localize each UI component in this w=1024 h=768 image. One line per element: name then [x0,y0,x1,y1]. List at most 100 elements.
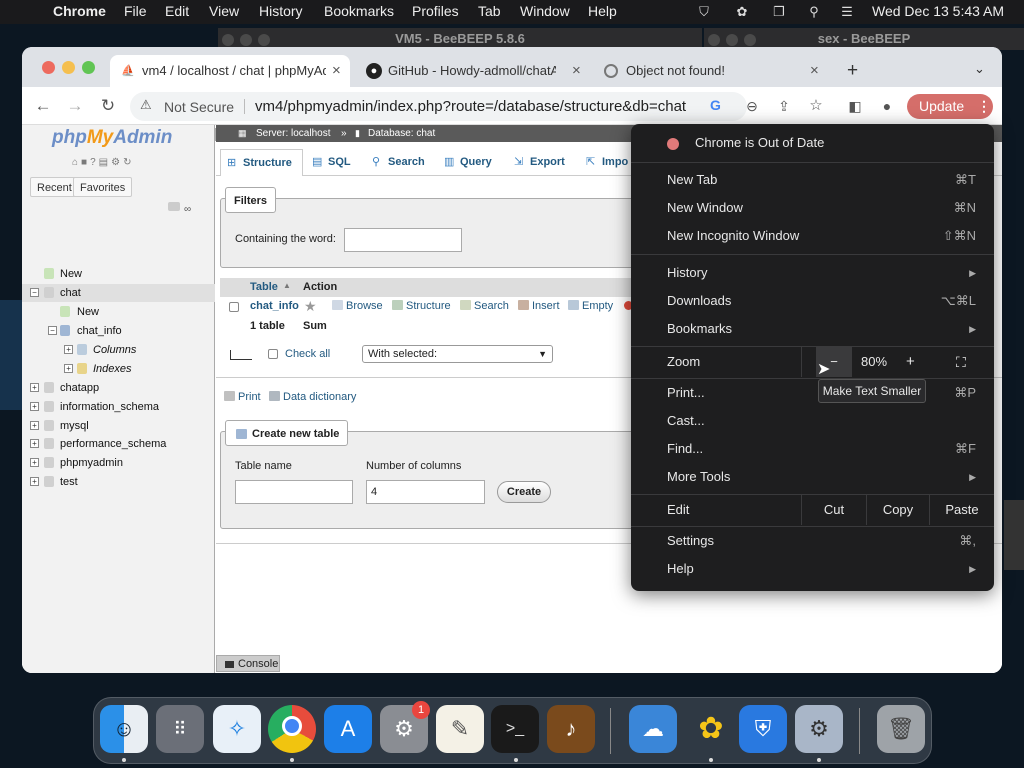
docs-icon[interactable]: ? [90,157,99,168]
forward-arrow-icon[interactable]: → [65,96,85,116]
zoom-icon[interactable]: ⊖ [742,96,762,116]
table-name-input[interactable] [235,480,353,504]
row-action-browse[interactable]: Browse [332,300,383,312]
vpn-shield-icon[interactable]: ⛉ [696,4,712,20]
num-columns-input[interactable]: 4 [366,480,485,504]
collapse-all-icon[interactable] [168,202,180,211]
console-button[interactable]: Console [216,655,280,672]
fullscreen-icon[interactable]: ⛶ [956,347,966,377]
check-all-checkbox[interactable] [268,349,278,359]
tab-structure[interactable]: ⊞ Structure [220,149,303,176]
tab-close-icon[interactable]: × [810,55,819,87]
spotlight-search-icon[interactable]: ⚲ [806,4,822,20]
app-store-icon[interactable]: A [324,705,372,753]
finder-icon[interactable]: ☺ [100,705,148,753]
tree-db-chat[interactable]: − chat [22,284,215,302]
safari-icon[interactable]: ✧ [213,705,261,753]
link-icon[interactable]: ∞ [184,204,191,215]
reload-icon[interactable]: ↻ [98,96,118,116]
tab-phpmyadmin[interactable]: ⛵ vm4 / localhost / chat | phpMyAdmin × [110,55,350,87]
reload-nav-icon[interactable]: ↻ [123,157,134,168]
control-center-icon[interactable]: ☰ [839,4,855,20]
menu-item-history[interactable]: History ▶ [631,259,994,287]
tab-export[interactable]: ⇲ Export [508,149,574,176]
row-checkbox[interactable] [229,302,239,312]
omnibox[interactable]: ⚠ Not Secure vm4/phpmyadmin/index.php?ro… [130,92,747,121]
with-selected-select[interactable]: With selected: ▼ [362,345,553,363]
menu-edit[interactable]: Edit [165,3,189,19]
menu-help[interactable]: Help [588,3,617,19]
menu-item-help[interactable]: Help ▶ [631,555,994,583]
tab-github[interactable]: ● GitHub - Howdy-admoll/chatApp × [356,55,592,87]
tab-close-icon[interactable]: × [332,55,341,87]
settings-gear-icon[interactable]: ⚙ [111,157,123,168]
beebeep-icon[interactable]: ✿ [687,705,735,753]
chrome-icon[interactable] [268,705,316,753]
update-button[interactable]: Update ⋮ [907,94,993,119]
maximize-window-button[interactable] [82,61,95,74]
settings-icon[interactable]: ⚙ [795,705,843,753]
menu-item-bookmarks[interactable]: Bookmarks ▶ [631,315,994,343]
launchpad-icon[interactable]: ⠿ [156,705,204,753]
menu-item-print[interactable]: Print... ⌘P [631,379,994,407]
screen-mirror-icon[interactable]: ❐ [771,4,787,20]
garageband-icon[interactable]: ♪ [547,705,595,753]
favorites-button[interactable]: Favorites [73,177,133,197]
menu-view[interactable]: View [209,3,239,19]
side-panel-icon[interactable]: ◧ [845,96,865,116]
close-window-button[interactable] [42,61,55,74]
print-link[interactable]: Print [224,391,261,403]
tab-search[interactable]: ⚲ Search [366,149,432,176]
tab-object-not-found[interactable]: Object not found! × [594,55,830,87]
bee-status-icon[interactable]: ✿ [734,4,750,20]
profile-avatar-icon[interactable]: ● [877,96,897,116]
menu-bookmarks[interactable]: Bookmarks [324,3,394,19]
menu-history[interactable]: History [259,3,303,19]
trash-icon[interactable]: 🗑 [877,705,925,753]
google-lens-icon[interactable]: G [710,97,721,113]
sort-asc-icon[interactable]: ▲ [283,281,291,290]
not-secure-label[interactable]: Not Secure [164,99,234,115]
docs-book-icon[interactable]: ▤ [99,157,111,168]
cut-button[interactable]: Cut [802,495,866,525]
row-action-insert[interactable]: Insert [518,300,560,312]
tab-close-icon[interactable]: × [572,55,581,87]
terminal-icon[interactable]: >_ [491,705,539,753]
copy-button[interactable]: Copy [867,495,929,525]
security-icon[interactable]: ⛨ [739,705,787,753]
menu-item-new-tab[interactable]: New Tab ⌘T [631,166,994,194]
weather-icon[interactable]: ☁ [629,705,677,753]
menu-item-new-incognito[interactable]: New Incognito Window ⇧⌘N [631,222,994,250]
minimize-window-button[interactable] [62,61,75,74]
kebab-menu-icon[interactable]: ⋮ [977,94,991,119]
data-dictionary-link[interactable]: Data dictionary [269,391,356,403]
menu-file[interactable]: File [124,3,147,19]
new-tab-button[interactable]: + [847,60,858,82]
row-action-search[interactable]: Search [460,300,509,312]
logout-icon[interactable]: ■ [81,157,90,168]
paste-button[interactable]: Paste [930,495,994,525]
create-button[interactable]: Create [497,481,551,503]
row-table-name[interactable]: chat_info [250,300,299,312]
home-icon[interactable]: ⌂ [72,157,81,168]
menu-item-downloads[interactable]: Downloads ⌥⌘L [631,287,994,315]
bookmark-star-icon[interactable]: ☆ [806,96,826,116]
row-action-empty[interactable]: Empty [568,300,613,312]
phpmyadmin-logo[interactable]: phpMyAdmin [52,127,172,149]
url-text[interactable]: vm4/phpmyadmin/index.php?route=/database… [255,98,695,115]
menu-app-name[interactable]: Chrome [53,3,106,19]
menu-window[interactable]: Window [520,3,570,19]
breadcrumb-database[interactable]: Database: chat [368,125,435,142]
share-icon[interactable]: ⇪ [774,96,794,116]
tab-query[interactable]: ▥ Query [438,149,502,176]
zoom-in-button[interactable]: + [906,347,915,377]
chrome-out-of-date-item[interactable]: Chrome is Out of Date [631,129,994,157]
menu-item-new-window[interactable]: New Window ⌘N [631,194,994,222]
filter-word-input[interactable] [344,228,462,252]
menu-item-settings[interactable]: Settings ⌘, [631,527,994,555]
breadcrumb-server[interactable]: Server: localhost [256,125,330,142]
menu-item-more-tools[interactable]: More Tools ▶ [631,463,994,491]
textedit-icon[interactable]: ✎ [436,705,484,753]
check-all-label[interactable]: Check all [285,348,330,360]
favorite-star-icon[interactable]: ★ [304,298,317,315]
